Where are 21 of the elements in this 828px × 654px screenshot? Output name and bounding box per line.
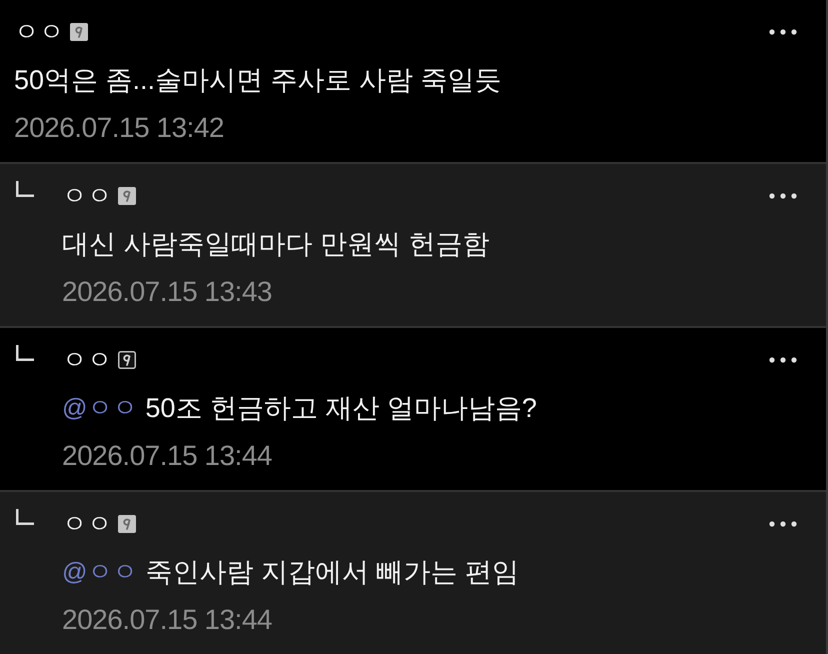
comment-date: 2026.07.15 13:43: [62, 278, 272, 306]
comment-date: 2026.07.15 13:44: [62, 606, 272, 634]
mention-link[interactable]: @ㅇㅇ: [62, 396, 138, 420]
comment-text: 죽인사람 지갑에서 빼가는 편임: [145, 558, 519, 586]
more-options-icon: [769, 357, 797, 363]
reply-indicator-icon: [16, 345, 34, 361]
reply-indicator-icon: [16, 181, 34, 197]
more-options-icon: [769, 193, 797, 199]
comment-date: 2026.07.15 13:42: [14, 114, 224, 142]
author-name[interactable]: ㅇㅇ: [62, 512, 112, 536]
comment-text: 50조 헌금하고 재산 얼마나남음?: [145, 394, 537, 422]
more-options-icon: [769, 29, 797, 35]
author-name[interactable]: ㅇㅇ: [62, 184, 112, 208]
mention-link[interactable]: @ㅇㅇ: [62, 560, 138, 584]
reply-indicator-icon: [16, 509, 34, 525]
author-name[interactable]: ㅇㅇ: [14, 20, 64, 44]
comment-text: 50억은 좀...술마시면 주사로 사람 죽일듯: [14, 66, 502, 94]
author-name[interactable]: ㅇㅇ: [62, 348, 112, 372]
more-options-icon: [769, 521, 797, 527]
comment-text: 대신 사람죽일때마다 만원씩 헌금함: [62, 230, 490, 258]
comment-date: 2026.07.15 13:44: [62, 442, 272, 470]
